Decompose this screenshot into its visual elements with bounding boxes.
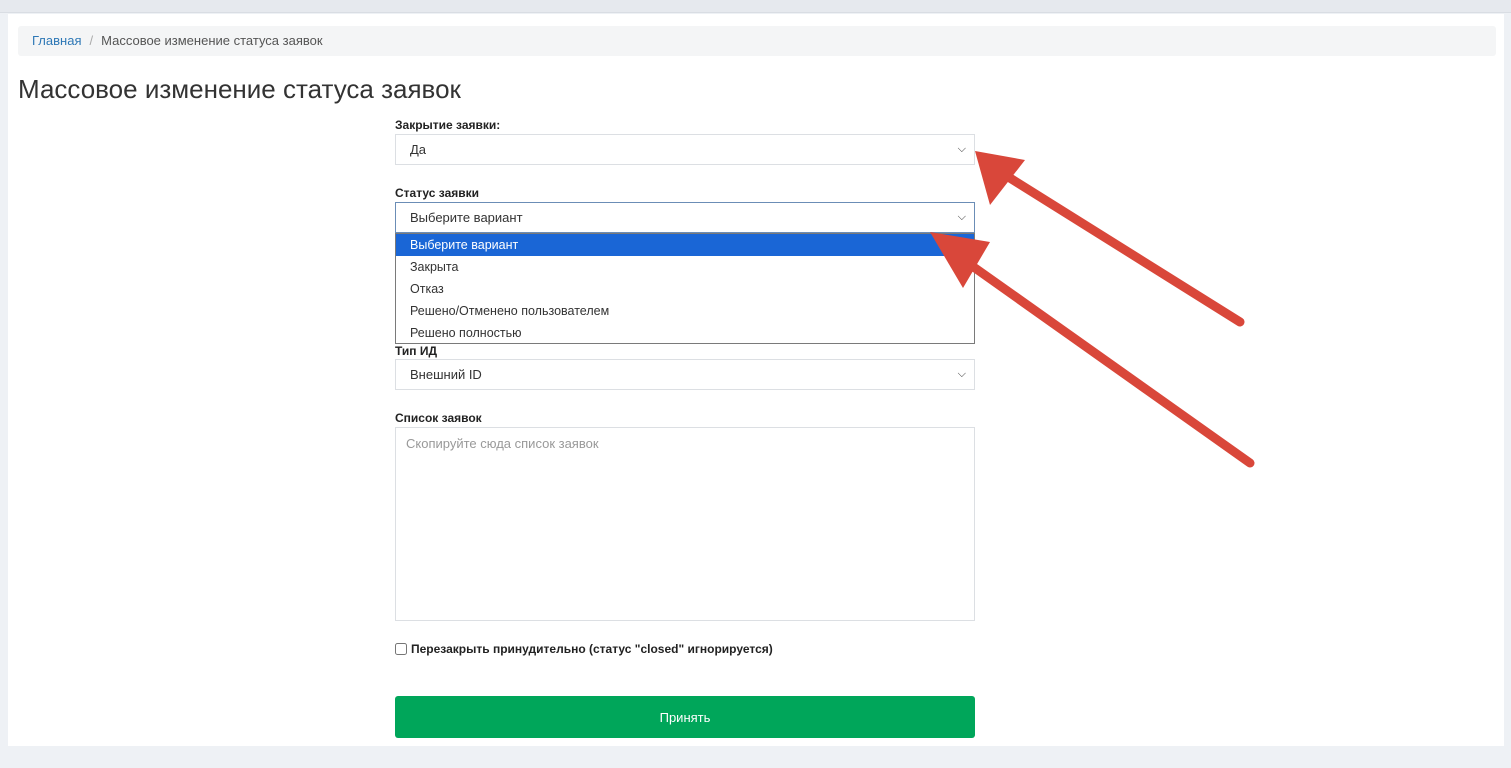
force-reclose-checkbox[interactable] [395,643,407,655]
submit-button[interactable]: Принять [395,696,975,738]
id-type-label: Тип ИД [395,344,438,358]
page-content: Главная / Массовое изменение статуса заяво… [8,14,1504,746]
request-list-textarea[interactable] [395,427,975,621]
chevron-down-icon: ⌵ [957,143,966,155]
closing-label: Закрытие заявки: [395,118,501,132]
status-select[interactable]: Выберите вариант ⌵ [395,202,975,233]
status-option[interactable]: Решено/Отменено пользователем [396,300,974,322]
top-strip [0,0,1511,13]
status-dropdown-list: Выберите вариант Закрыта Отказ Решено/От… [395,233,975,344]
id-type-select[interactable]: Внешний ID ⌵ [395,359,975,390]
status-select-value: Выберите вариант [410,210,523,225]
breadcrumb: Главная / Массовое изменение статуса заяво… [18,26,1496,56]
closing-select[interactable]: Да ⌵ [395,134,975,165]
id-type-select-value: Внешний ID [410,367,482,382]
force-reclose-row[interactable]: Перезакрыть принудительно (статус "close… [395,642,773,656]
status-option[interactable]: Отказ [396,278,974,300]
breadcrumb-home-link[interactable]: Главная [32,33,81,48]
status-label: Статус заявки [395,186,480,200]
chevron-down-icon: ⌵ [957,211,966,223]
status-option[interactable]: Выберите вариант [396,234,974,256]
status-option[interactable]: Закрыта [396,256,974,278]
closing-select-value: Да [410,142,427,157]
breadcrumb-separator: / [89,33,94,48]
force-reclose-label: Перезакрыть принудительно (статус "close… [411,642,773,656]
status-option[interactable]: Решено полностью [396,322,974,344]
breadcrumb-current: Массовое изменение статуса заявок [101,33,323,48]
chevron-down-icon: ⌵ [957,368,966,380]
page-title: Массовое изменение статуса заявок [18,74,461,104]
request-list-label: Список заявок [395,411,482,425]
